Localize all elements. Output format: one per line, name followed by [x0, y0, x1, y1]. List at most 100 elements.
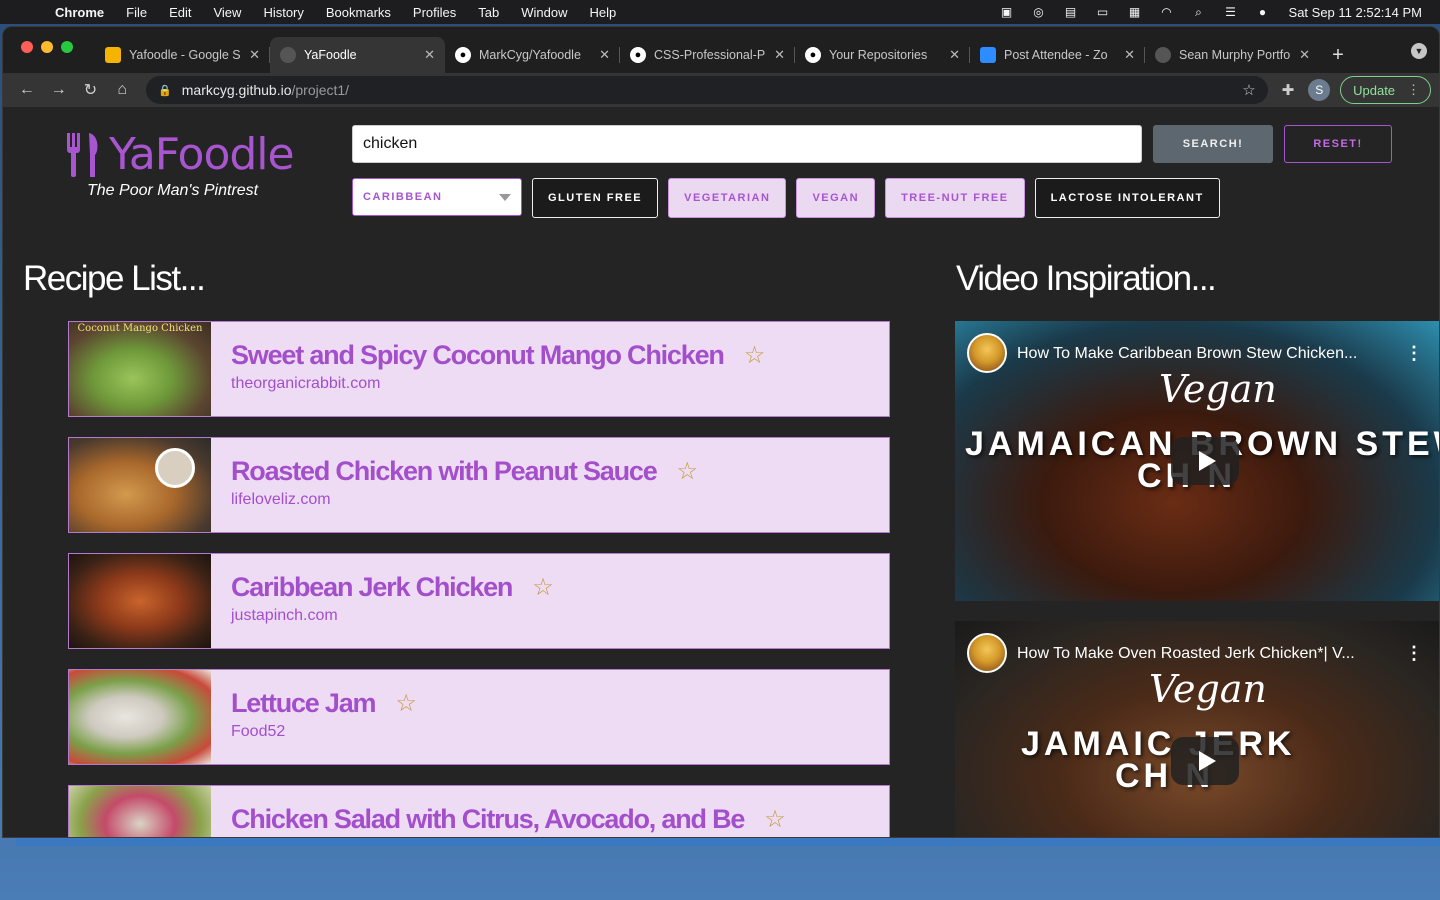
close-tab-icon[interactable]: ✕ — [249, 47, 260, 63]
youtube-video-embed[interactable]: How To Make Caribbean Brown Stew Chicken… — [955, 321, 1439, 601]
siri-icon[interactable]: ● — [1255, 5, 1271, 19]
close-tab-icon[interactable]: ✕ — [424, 47, 435, 63]
recipe-title[interactable]: Roasted Chicken with Peanut Sauce — [231, 456, 658, 487]
profile-avatar[interactable]: S — [1308, 79, 1331, 101]
close-tab-icon[interactable]: ✕ — [599, 47, 610, 63]
video-overlay-script: Vegan — [1149, 667, 1267, 711]
recipe-title[interactable]: Lettuce Jam — [231, 688, 377, 719]
control-center-icon[interactable]: ☰ — [1223, 5, 1239, 19]
tab-css-professional[interactable]: ● CSS-Professional-P ✕ — [620, 37, 795, 73]
favorite-star-icon[interactable]: ☆ — [395, 689, 417, 718]
reset-button[interactable]: RESET! — [1284, 125, 1392, 163]
favorite-star-icon[interactable]: ☆ — [532, 573, 554, 602]
tab-yafoodle-sheet[interactable]: Yafoodle - Google S ✕ — [95, 37, 270, 73]
close-tab-icon[interactable]: ✕ — [949, 47, 960, 63]
menu-tab[interactable]: Tab — [467, 5, 510, 20]
bookmark-star-icon[interactable]: ☆ — [1242, 81, 1255, 99]
spotlight-search-icon[interactable]: ⌕ — [1191, 5, 1207, 19]
search-button[interactable]: SEARCH! — [1153, 125, 1273, 163]
filter-row: CARIBBEAN GLUTEN FREE VEGETARIAN VEGAN T… — [352, 178, 1220, 218]
new-tab-button[interactable]: + — [1320, 37, 1356, 73]
kebab-menu-icon[interactable]: ⋮ — [1407, 82, 1420, 98]
extensions-puzzle-icon[interactable]: ✚ — [1282, 81, 1295, 99]
recipe-card[interactable]: Roasted Chicken with Peanut Sauce ☆ life… — [68, 437, 890, 533]
site-logo[interactable]: YaFoodle — [65, 129, 295, 180]
recipe-source[interactable]: justapinch.com — [231, 607, 554, 625]
favorite-star-icon[interactable]: ☆ — [744, 341, 766, 370]
tab-sean-murphy-portfolio[interactable]: Sean Murphy Portfo ✕ — [1145, 37, 1320, 73]
recipe-source[interactable]: theorganicrabbit.com — [231, 375, 765, 393]
menubar-clock[interactable]: Sat Sep 11 2:52:14 PM — [1289, 5, 1422, 20]
play-button[interactable] — [1171, 437, 1239, 485]
cuisine-select[interactable]: CARIBBEAN — [352, 178, 522, 216]
favorite-star-icon[interactable]: ☆ — [677, 457, 699, 486]
video-inspiration-heading: Video Inspiration... — [956, 259, 1217, 298]
filter-vegetarian[interactable]: VEGETARIAN — [668, 178, 787, 218]
video-overlay-script: Vegan — [1159, 367, 1277, 411]
menu-bookmarks[interactable]: Bookmarks — [315, 5, 402, 20]
close-tab-icon[interactable]: ✕ — [1299, 47, 1310, 63]
tab-yafoodle[interactable]: YaFoodle ✕ — [270, 37, 445, 73]
tab-github-yafoodle[interactable]: ● MarkCyg/Yafoodle ✕ — [445, 37, 620, 73]
tab-title: YaFoodle — [304, 48, 357, 62]
address-bar[interactable]: 🔒 markcyg.github.io/project1/ ☆ — [146, 76, 1268, 104]
menu-edit[interactable]: Edit — [158, 5, 202, 20]
menu-window[interactable]: Window — [510, 5, 578, 20]
page-content: YaFoodle The Poor Man's Pintrest SEARCH!… — [3, 107, 1439, 837]
minimize-window-button[interactable] — [41, 41, 53, 53]
recipe-card[interactable]: Coconut Mango Chicken Sweet and Spicy Co… — [68, 321, 890, 417]
reload-icon[interactable]: ↻ — [75, 76, 107, 104]
menu-history[interactable]: History — [252, 5, 314, 20]
tab-search-icon[interactable]: ▼ — [1411, 43, 1427, 59]
fork-knife-icon — [67, 132, 98, 177]
recipe-title[interactable]: Chicken Salad with Citrus, Avocado, and … — [231, 804, 745, 835]
headphones-icon[interactable]: ◎ — [1031, 5, 1047, 19]
close-tab-icon[interactable]: ✕ — [774, 47, 785, 63]
favorite-star-icon[interactable]: ☆ — [764, 805, 786, 834]
recipe-source[interactable]: Food52 — [231, 723, 417, 741]
video-title[interactable]: How To Make Oven Roasted Jerk Chicken*| … — [1017, 645, 1355, 663]
play-button[interactable] — [1171, 737, 1239, 785]
tab-your-repositories[interactable]: ● Your Repositories ✕ — [795, 37, 970, 73]
menu-file[interactable]: File — [115, 5, 158, 20]
close-tab-icon[interactable]: ✕ — [1124, 47, 1135, 63]
video-menu-icon[interactable]: ⋮ — [1405, 343, 1423, 364]
recipe-thumbnail — [69, 670, 211, 764]
lock-icon[interactable]: 🔒 — [158, 84, 172, 97]
home-icon[interactable]: ⌂ — [106, 76, 138, 104]
recipe-title[interactable]: Caribbean Jerk Chicken — [231, 572, 513, 603]
video-title[interactable]: How To Make Caribbean Brown Stew Chicken… — [1017, 345, 1357, 363]
menu-help[interactable]: Help — [579, 5, 628, 20]
filter-tree-nut-free[interactable]: TREE-NUT FREE — [885, 178, 1025, 218]
wifi-icon[interactable]: ◠ — [1159, 5, 1175, 19]
menu-view[interactable]: View — [202, 5, 252, 20]
forward-icon[interactable]: → — [43, 76, 75, 104]
maximize-window-button[interactable] — [61, 41, 73, 53]
recipe-search-input[interactable] — [352, 125, 1142, 163]
menu-profiles[interactable]: Profiles — [402, 5, 467, 20]
notes-icon[interactable]: ▤ — [1063, 5, 1079, 19]
battery-icon[interactable]: ▭ — [1095, 5, 1111, 19]
filter-lactose-intolerant[interactable]: LACTOSE INTOLERANT — [1034, 178, 1220, 218]
keyboard-icon[interactable]: ▦ — [1127, 5, 1143, 19]
youtube-video-embed[interactable]: How To Make Oven Roasted Jerk Chicken*| … — [955, 621, 1439, 837]
tagline: The Poor Man's Pintrest — [87, 182, 259, 199]
tab-list: Yafoodle - Google S ✕ YaFoodle ✕ ● MarkC… — [95, 37, 1356, 73]
recipe-card[interactable]: Caribbean Jerk Chicken ☆ justapinch.com — [68, 553, 890, 649]
filter-gluten-free[interactable]: GLUTEN FREE — [532, 178, 659, 218]
close-window-button[interactable] — [21, 41, 33, 53]
update-button[interactable]: Update ⋮ — [1340, 76, 1432, 104]
filter-vegan[interactable]: VEGAN — [796, 178, 876, 218]
channel-avatar[interactable] — [967, 333, 1007, 373]
video-menu-icon[interactable]: ⋮ — [1405, 643, 1423, 664]
back-icon[interactable]: ← — [11, 76, 43, 104]
recipe-card[interactable]: Lettuce Jam ☆ Food52 — [68, 669, 890, 765]
channel-avatar[interactable] — [967, 633, 1007, 673]
menu-app-name[interactable]: Chrome — [44, 5, 115, 20]
tab-post-attendee-zoom[interactable]: Post Attendee - Zo ✕ — [970, 37, 1145, 73]
recipe-card[interactable]: Chicken Salad with Citrus, Avocado, and … — [68, 785, 890, 837]
recipe-source[interactable]: lifeloveliz.com — [231, 491, 698, 509]
zoom-status-icon[interactable]: ▣ — [999, 5, 1015, 19]
recipe-title[interactable]: Sweet and Spicy Coconut Mango Chicken — [231, 340, 725, 371]
tab-title: Yafoodle - Google S — [129, 48, 241, 62]
